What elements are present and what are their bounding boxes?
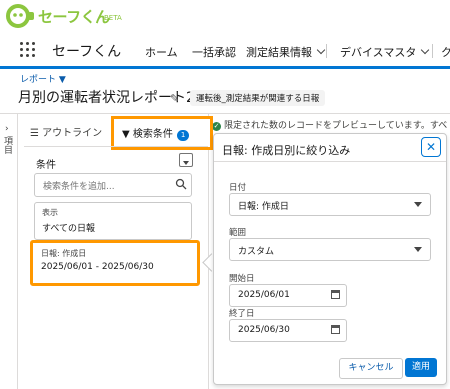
nav-item-label: 一括承認 <box>192 46 236 59</box>
app-nav-bar: セーフくん ホーム 一括承認 測定結果情報 デバイスマスタ ク <box>0 34 450 69</box>
start-date-value: 2025/06/01 <box>238 290 290 300</box>
page-header: レポート ▼ 月別の運転者状況レポート2 ✎ 運転後_測定結果が関連する日報 <box>0 69 450 114</box>
filter-card-value: すべての日報 <box>42 224 96 234</box>
end-date-label: 終了日 <box>229 309 255 319</box>
nav-item-label: ク <box>441 46 450 59</box>
fields-rail-label: 項目 <box>2 136 12 154</box>
app-name: セーフくん <box>52 44 122 60</box>
popover-divider <box>214 161 446 162</box>
logo-subtext: BETA <box>104 14 122 22</box>
end-date-value: 2025/06/30 <box>238 325 290 335</box>
chevron-down-icon <box>183 161 189 165</box>
nav-item-device-master[interactable]: デバイスマスタ <box>340 44 430 60</box>
filter-card-value: 2025/06/01 - 2025/06/30 <box>41 262 154 272</box>
conditions-menu-button[interactable] <box>179 153 193 167</box>
check-icon: ✓ <box>212 122 221 131</box>
chevron-down-icon[interactable] <box>421 45 430 55</box>
date-field-label: 日付 <box>229 183 247 193</box>
calendar-icon[interactable] <box>331 325 340 334</box>
nav-item-measurement-results[interactable]: 測定結果情報 <box>246 44 326 60</box>
tab-filters-content: ▼ 検索条件 1 <box>122 125 190 141</box>
edit-pencil-icon[interactable]: ✎ <box>170 92 179 105</box>
popover-title: 日報: 作成日別に絞り込み <box>222 144 351 157</box>
preview-notice-text: 限定された数のレコードをプレビューしています。すべ <box>224 121 448 131</box>
chevron-right-icon[interactable]: › <box>5 124 9 134</box>
close-icon[interactable]: ✕ <box>421 137 441 157</box>
nav-item-overflow[interactable]: ク <box>441 44 450 60</box>
start-date-label: 開始日 <box>229 274 255 284</box>
nav-divider <box>432 44 433 58</box>
range-label: 範囲 <box>229 228 247 238</box>
tab-filters-label: 検索条件 <box>132 129 173 140</box>
caret-down-icon <box>414 247 422 252</box>
search-placeholder: 検索条件を追加... <box>43 182 115 192</box>
nav-divider <box>326 44 327 58</box>
date-field-value: 日報: 作成日 <box>238 202 289 212</box>
date-field-select[interactable]: 日報: 作成日 <box>229 193 431 216</box>
caret-down-icon <box>414 202 422 207</box>
add-filter-search-input[interactable]: 検索条件を追加... <box>34 173 192 197</box>
range-select[interactable]: カスタム <box>229 238 431 261</box>
filter-card-show[interactable]: 表示 すべての日報 <box>34 202 192 240</box>
app-launcher-icon[interactable] <box>20 42 36 58</box>
breadcrumb[interactable]: レポート ▼ <box>20 72 66 85</box>
nav-item-label: ホーム <box>145 46 178 59</box>
report-type-badge: 運転後_測定結果が関連する日報 <box>190 90 326 106</box>
nav-item-label: 測定結果情報 <box>246 46 312 59</box>
range-value: カスタム <box>238 247 275 257</box>
calendar-icon[interactable] <box>331 290 340 299</box>
fields-rail[interactable]: › 項目 <box>0 114 18 389</box>
tab-filters[interactable]: ▼ 検索条件 1 <box>111 116 213 150</box>
end-date-input[interactable]: 2025/06/30 <box>229 319 347 342</box>
page-title: 月別の運転者状況レポート2 <box>18 90 195 106</box>
nav-item-bulk-approve[interactable]: 一括承認 <box>192 44 236 60</box>
search-icon <box>175 178 187 190</box>
filter-count-badge: 1 <box>176 130 190 141</box>
chevron-down-icon[interactable] <box>316 45 326 55</box>
tab-outline[interactable]: ☰ アウトライン <box>30 124 102 139</box>
logo-icon <box>6 4 34 28</box>
filter-funnel-icon: ▼ <box>122 129 133 140</box>
cancel-button[interactable]: キャンセル <box>339 358 403 379</box>
conditions-label: 条件 <box>36 160 56 171</box>
filter-card-label: 日報: 作成日 <box>41 249 87 258</box>
filter-card-created-date[interactable]: 日報: 作成日 2025/06/01 - 2025/06/30 <box>30 240 200 286</box>
apply-button[interactable]: 適用 <box>405 358 437 377</box>
filter-card-label: 表示 <box>42 208 58 217</box>
nav-item-label: デバイスマスタ <box>340 46 417 59</box>
filter-edit-popover: 日報: 作成日別に絞り込み ✕ 日付 日報: 作成日 範囲 カスタム 開始日 2… <box>213 133 447 385</box>
start-date-input[interactable]: 2025/06/01 <box>229 284 347 307</box>
logo-text: セーフくん <box>38 8 110 26</box>
brand-bar: セーフくん BETA <box>0 0 450 34</box>
nav-item-home[interactable]: ホーム <box>145 44 178 60</box>
tabs-divider <box>24 146 208 147</box>
preview-notice: ✓ 限定された数のレコードをプレビューしています。すべ <box>212 118 447 131</box>
